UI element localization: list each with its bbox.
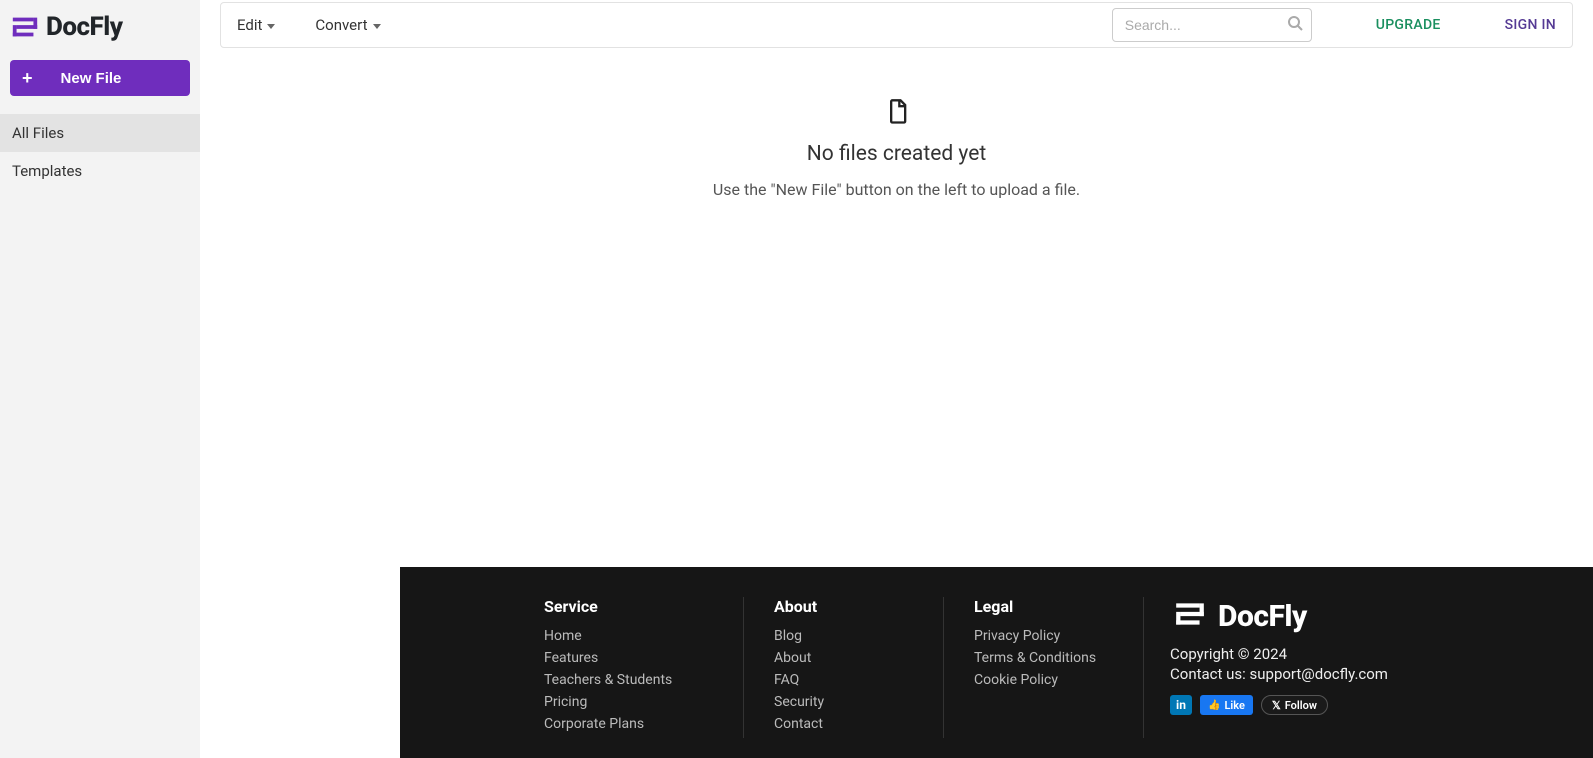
- footer-logo[interactable]: DocFly: [1170, 597, 1388, 635]
- footer: Service Home Features Teachers & Student…: [400, 567, 1593, 758]
- footer-link[interactable]: Privacy Policy: [974, 628, 1113, 644]
- social-row: in 👍 Like 𝕏 Follow: [1170, 695, 1388, 715]
- footer-right: DocFly Copyright © 2024 Contact us: supp…: [1144, 597, 1388, 738]
- docfly-logo-icon: [1170, 597, 1210, 635]
- caret-down-icon: [373, 24, 381, 29]
- footer-link[interactable]: Home: [544, 628, 713, 644]
- sidebar-item-all-files[interactable]: All Files: [0, 114, 200, 152]
- footer-link[interactable]: Pricing: [544, 694, 713, 710]
- sidebar: DocFly + New File All Files Templates: [0, 0, 200, 758]
- facebook-like-button[interactable]: 👍 Like: [1200, 695, 1253, 715]
- footer-link[interactable]: Features: [544, 650, 713, 666]
- new-file-label: New File: [61, 70, 122, 87]
- footer-heading-service: Service: [544, 597, 713, 616]
- empty-subtitle: Use the "New File" button on the left to…: [200, 180, 1593, 199]
- empty-title: No files created yet: [200, 142, 1593, 166]
- footer-link[interactable]: Terms & Conditions: [974, 650, 1113, 666]
- convert-dropdown[interactable]: Convert: [315, 16, 380, 34]
- footer-brand-name: DocFly: [1218, 599, 1307, 634]
- caret-down-icon: [267, 24, 275, 29]
- like-label: Like: [1224, 699, 1244, 712]
- brand-logo[interactable]: DocFly: [0, 0, 200, 60]
- follow-label: Follow: [1285, 699, 1317, 712]
- thumbs-up-icon: 👍: [1208, 700, 1220, 711]
- brand-name: DocFly: [46, 12, 123, 42]
- plus-icon: +: [22, 68, 33, 89]
- signin-link[interactable]: SIGN IN: [1505, 17, 1556, 33]
- footer-contact-email[interactable]: support@docfly.com: [1250, 665, 1388, 683]
- linkedin-button[interactable]: in: [1170, 695, 1192, 715]
- footer-col-about: About Blog About FAQ Security Contact: [744, 597, 944, 738]
- main-area: Edit Convert UPGRADE SIGN IN: [200, 0, 1593, 758]
- files-icon: [200, 98, 1593, 130]
- topbar: Edit Convert UPGRADE SIGN IN: [220, 2, 1573, 48]
- footer-contact-prefix: Contact us:: [1170, 665, 1250, 683]
- search-box: [1112, 8, 1312, 42]
- footer-col-service: Service Home Features Teachers & Student…: [544, 597, 744, 738]
- x-follow-button[interactable]: 𝕏 Follow: [1261, 695, 1328, 715]
- footer-link[interactable]: Cookie Policy: [974, 672, 1113, 688]
- footer-heading-legal: Legal: [974, 597, 1113, 616]
- x-icon: 𝕏: [1272, 699, 1281, 712]
- footer-link[interactable]: About: [774, 650, 913, 666]
- new-file-button[interactable]: + New File: [10, 60, 190, 96]
- footer-link[interactable]: Contact: [774, 716, 913, 732]
- docfly-logo-icon: [10, 12, 40, 42]
- edit-label: Edit: [237, 16, 262, 34]
- footer-link[interactable]: Teachers & Students: [544, 672, 713, 688]
- footer-heading-about: About: [774, 597, 913, 616]
- footer-link[interactable]: Blog: [774, 628, 913, 644]
- edit-dropdown[interactable]: Edit: [237, 16, 275, 34]
- upgrade-link[interactable]: UPGRADE: [1376, 17, 1441, 33]
- linkedin-icon: in: [1176, 698, 1186, 712]
- convert-label: Convert: [315, 16, 367, 34]
- search-input[interactable]: [1112, 8, 1312, 42]
- sidebar-item-templates[interactable]: Templates: [0, 152, 200, 190]
- empty-state: No files created yet Use the "New File" …: [200, 98, 1593, 199]
- search-icon[interactable]: [1287, 15, 1303, 35]
- footer-copyright: Copyright © 2024: [1170, 645, 1388, 663]
- footer-link[interactable]: Corporate Plans: [544, 716, 713, 732]
- sidebar-nav: All Files Templates: [0, 114, 200, 190]
- footer-contact: Contact us: support@docfly.com: [1170, 665, 1388, 683]
- footer-link[interactable]: Security: [774, 694, 913, 710]
- footer-col-legal: Legal Privacy Policy Terms & Conditions …: [944, 597, 1144, 738]
- footer-link[interactable]: FAQ: [774, 672, 913, 688]
